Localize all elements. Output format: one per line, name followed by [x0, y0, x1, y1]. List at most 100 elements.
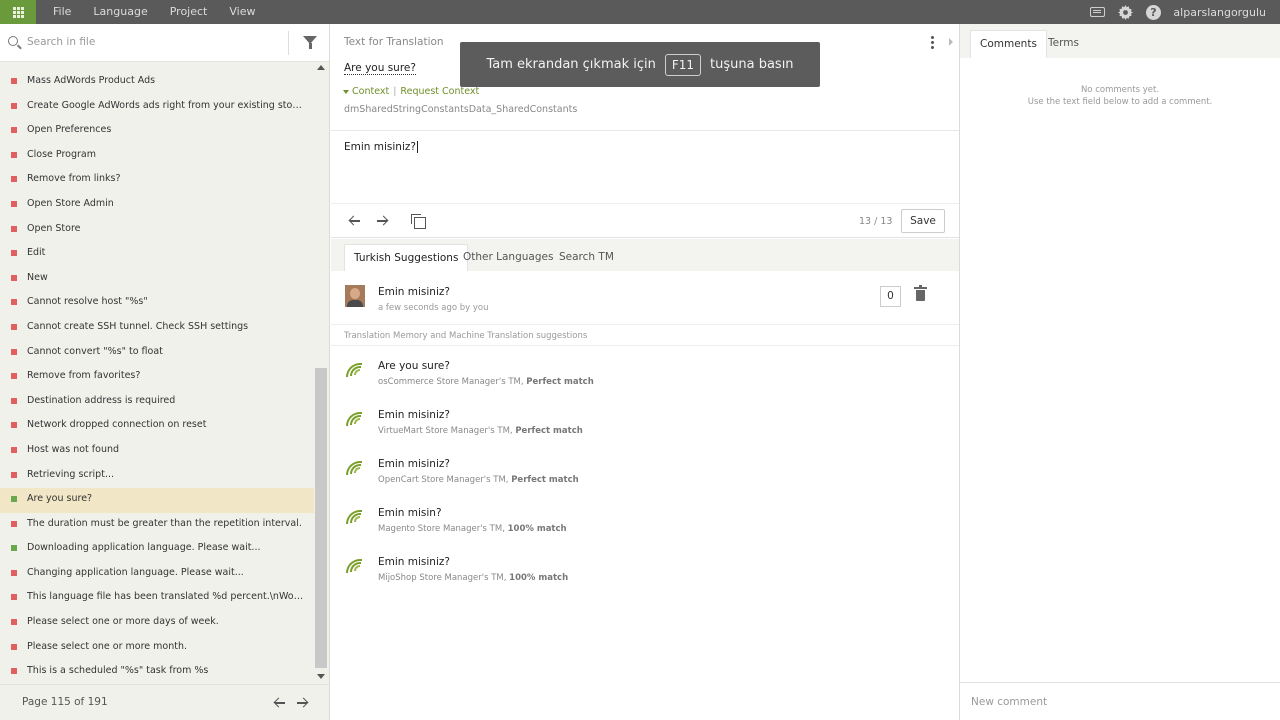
keyboard-shortcuts-button[interactable]	[1089, 4, 1105, 20]
notice-text-after: tuşuna basın	[710, 57, 794, 72]
translation-editor[interactable]: Emin misiniz?	[331, 130, 959, 204]
list-item-label: This is a scheduled "%s" task from %s	[27, 665, 209, 677]
context-toggle[interactable]: Context	[352, 86, 389, 97]
scroll-thumb[interactable]	[315, 368, 327, 668]
menu-file[interactable]: File	[53, 0, 71, 24]
list-item[interactable]: New	[0, 267, 314, 292]
list-item[interactable]: Changing application language. Please wa…	[0, 562, 314, 587]
search-bar[interactable]: Search in file	[0, 24, 329, 62]
settings-button[interactable]	[1117, 4, 1133, 20]
previous-page-icon[interactable]	[274, 697, 286, 709]
menu-language[interactable]: Language	[93, 0, 147, 24]
help-button[interactable]: ?	[1145, 4, 1161, 20]
list-item[interactable]: Please select one or more days of week.	[0, 611, 314, 636]
collapse-panel-icon[interactable]	[945, 24, 959, 60]
save-button[interactable]: Save	[901, 209, 945, 233]
list-item-label: Mass AdWords Product Ads	[27, 75, 156, 86]
status-marker	[11, 643, 17, 650]
list-scrollbar[interactable]	[315, 62, 327, 682]
new-comment-field[interactable]: New comment	[960, 682, 1280, 720]
list-item[interactable]: This language file has been translated %…	[0, 586, 314, 611]
list-item-label: Cannot resolve host "%s"	[27, 296, 148, 308]
list-item[interactable]: This is a scheduled "%s" task from %s	[0, 660, 314, 685]
status-marker	[11, 397, 17, 404]
translation-value: Emin misiniz?	[344, 141, 416, 153]
tm-suggestion[interactable]: Emin misiniz? VirtueMart Store Manager's …	[331, 403, 959, 452]
tm-source-name: MijoShop Store Manager's TM,	[378, 573, 510, 583]
search-icon	[8, 36, 18, 46]
tm-source-name: osCommerce Store Manager's TM,	[378, 377, 527, 387]
list-item-label: Destination address is required	[27, 394, 176, 406]
caret-down-icon	[343, 89, 349, 94]
list-item[interactable]: Mass AdWords Product Ads	[0, 70, 314, 95]
list-item[interactable]: Cannot convert "%s" to float	[0, 341, 314, 366]
list-item[interactable]: Destination address is required	[0, 390, 314, 415]
tm-source-icon	[346, 507, 364, 524]
tab-search-tm[interactable]: Search TM	[550, 244, 623, 271]
list-item-label: Open Store	[27, 222, 81, 234]
list-item[interactable]: Open Store Admin	[0, 193, 314, 218]
list-item[interactable]: Close Program	[0, 144, 314, 169]
menu-project[interactable]: Project	[170, 0, 208, 24]
grid-icon	[12, 6, 24, 18]
tab-turkish-suggestions[interactable]: Turkish Suggestions	[344, 244, 469, 271]
list-item[interactable]: Remove from links?	[0, 168, 314, 193]
next-string-icon[interactable]	[376, 215, 388, 227]
list-item-label: Close Program	[27, 148, 96, 160]
list-item[interactable]: Open Preferences	[0, 119, 314, 144]
tm-source-icon	[346, 409, 364, 426]
scroll-down-icon[interactable]	[317, 674, 325, 679]
status-marker	[11, 569, 17, 576]
list-item[interactable]: The duration must be greater than the re…	[0, 513, 314, 538]
delete-icon[interactable]	[914, 285, 927, 301]
previous-string-icon[interactable]	[349, 215, 361, 227]
list-item[interactable]: Downloading application language. Please…	[0, 537, 314, 562]
tab-comments[interactable]: Comments	[970, 30, 1047, 58]
vote-count[interactable]: 0	[880, 286, 901, 307]
username[interactable]: alparslangorgulu	[1173, 6, 1266, 19]
tm-suggestion[interactable]: Emin misiniz? MijoShop Store Manager's TM…	[331, 550, 959, 599]
list-item-label: Changing application language. Please wa…	[27, 566, 244, 578]
status-marker	[11, 348, 17, 355]
status-marker	[11, 668, 17, 675]
list-item[interactable]: Cannot create SSH tunnel. Check SSH sett…	[0, 316, 314, 341]
status-marker	[11, 496, 17, 503]
tab-terms[interactable]: Terms	[1039, 30, 1088, 58]
list-item[interactable]: Please select one or more month.	[0, 636, 314, 661]
scroll-up-icon[interactable]	[317, 65, 325, 70]
list-item[interactable]: Host was not found	[0, 439, 314, 464]
tm-source-icon	[346, 458, 364, 475]
list-item[interactable]: Edit	[0, 242, 314, 267]
search-input[interactable]: Search in file	[27, 36, 95, 48]
copy-source-icon[interactable]	[411, 214, 426, 229]
request-context-link[interactable]: Request Context	[400, 86, 479, 97]
tm-suggestion[interactable]: Are you sure? osCommerce Store Manager's …	[331, 354, 959, 403]
filter-icon[interactable]	[303, 36, 317, 49]
translation-input[interactable]: Emin misiniz?	[344, 141, 418, 153]
more-options-icon[interactable]	[931, 36, 935, 50]
list-item-label: Open Store Admin	[27, 197, 114, 209]
own-suggestion[interactable]: Emin misiniz? a few seconds ago by you 0	[331, 271, 959, 325]
tm-source-name: Magento Store Manager's TM,	[378, 524, 508, 534]
tm-match-quality: Perfect match	[526, 377, 594, 387]
list-item[interactable]: Network dropped connection on reset	[0, 414, 314, 439]
tm-suggestion[interactable]: Emin misiniz? OpenCart Store Manager's TM…	[331, 452, 959, 501]
suggestion-meta: a few seconds ago by you	[378, 303, 489, 313]
next-page-icon[interactable]	[296, 697, 308, 709]
list-item[interactable]: Retrieving script...	[0, 464, 314, 489]
notice-text-before: Tam ekrandan çıkmak için	[486, 57, 656, 72]
tm-suggestion-source: MijoShop Store Manager's TM, 100% match	[378, 573, 568, 583]
tm-suggestion-source: osCommerce Store Manager's TM, Perfect m…	[378, 377, 594, 387]
list-item[interactable]: Cannot resolve host "%s"	[0, 291, 314, 316]
tab-other-languages[interactable]: Other Languages	[454, 244, 562, 271]
list-item[interactable]: Open Store	[0, 218, 314, 243]
list-item[interactable]: Remove from favorites?	[0, 365, 314, 390]
apps-grid-button[interactable]	[0, 0, 36, 24]
menu-view[interactable]: View	[229, 0, 255, 24]
tm-suggestion[interactable]: Emin misin? Magento Store Manager's TM, 1…	[331, 501, 959, 550]
list-item-label: Edit	[27, 247, 46, 259]
text-caret	[416, 141, 418, 153]
list-item[interactable]: Are you sure?	[0, 488, 314, 513]
top-right-tools: ? alparslangorgulu	[1089, 0, 1280, 24]
list-item[interactable]: Create Google AdWords ads right from you…	[0, 95, 314, 120]
